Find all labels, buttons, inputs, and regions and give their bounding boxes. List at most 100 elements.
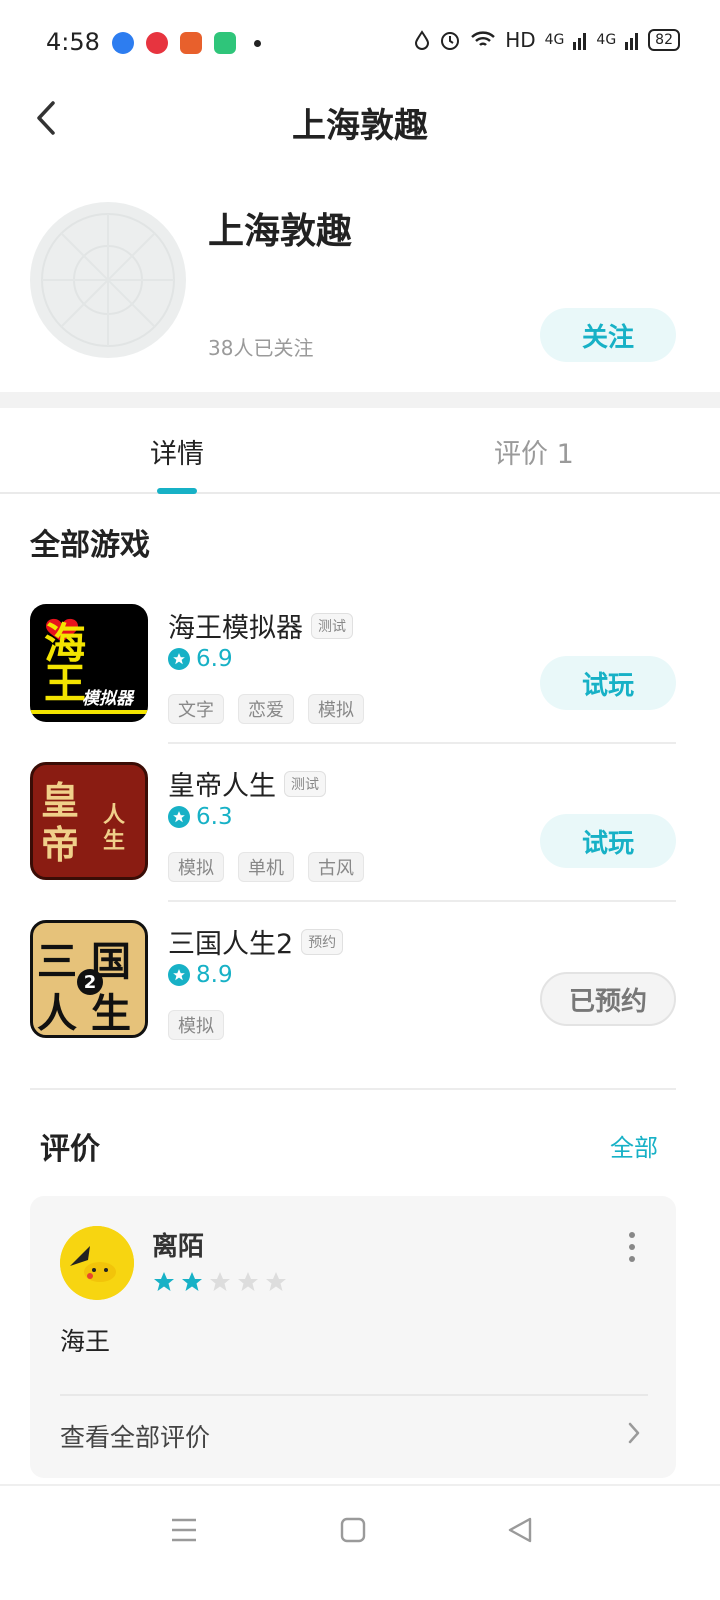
- reserved-button[interactable]: 已预约: [540, 972, 676, 1026]
- rating-value: 6.3: [196, 804, 233, 830]
- developer-avatar: [30, 202, 186, 358]
- game-icon-text-sub: 人生: [103, 803, 126, 854]
- tab-reviews[interactable]: 评价 1: [494, 432, 574, 471]
- star-empty-icon: [210, 1272, 230, 1291]
- developer-profile: 上海敦趣 38人已关注 关注: [0, 190, 720, 390]
- battery-indicator: 82: [648, 29, 680, 51]
- pikachu-avatar-icon: [60, 1226, 134, 1300]
- game-title-row: 皇帝人生 测试: [168, 764, 326, 803]
- notification-app-icon-3: [180, 32, 202, 54]
- triangle-back-icon: [508, 1517, 532, 1543]
- game-icon-haiwang: 海王 模拟器: [30, 604, 148, 722]
- game-status-badge: 测试: [284, 770, 326, 797]
- more-dot-icon: [629, 1256, 635, 1262]
- rating-value: 6.9: [196, 646, 233, 672]
- signal-4g-label-2: 4G: [596, 32, 617, 48]
- notification-dot-icon: [254, 40, 261, 47]
- rating-value: 8.9: [196, 962, 233, 988]
- review-text: 海王: [60, 1327, 111, 1356]
- tab-bar: 详情 评价 1: [0, 408, 720, 494]
- view-all-reviews-link[interactable]: 查看全部评价: [60, 1418, 210, 1454]
- game-tag: 文字: [168, 694, 224, 724]
- home-button[interactable]: [333, 1510, 373, 1550]
- reviewer-avatar[interactable]: [60, 1226, 134, 1300]
- game-tag: 模拟: [168, 852, 224, 882]
- game-name: 皇帝人生: [168, 771, 276, 802]
- play-button[interactable]: 试玩: [540, 656, 676, 710]
- status-time: 4:58: [46, 28, 100, 56]
- system-back-button[interactable]: [500, 1510, 540, 1550]
- play-button[interactable]: 试玩: [540, 814, 676, 868]
- game-icon-huangdi: 皇帝 人生: [30, 762, 148, 880]
- review-separator: [60, 1394, 648, 1396]
- developer-name: 上海敦趣: [208, 211, 353, 252]
- game-item[interactable]: 三国 人生 2 三国人生2 预约 8.9 模拟 已预约: [30, 920, 676, 1078]
- game-tag: 模拟: [168, 1010, 224, 1040]
- followers-count: 38人已关注: [208, 336, 314, 360]
- star-filled-icon: [182, 1272, 202, 1291]
- status-indicators: HD 4G 4G 82: [414, 28, 680, 52]
- tab-details[interactable]: 详情: [150, 432, 204, 471]
- status-bar: 4:58 HD 4G 4G 82: [0, 0, 720, 88]
- game-tags: 文字 恋爱 模拟: [168, 694, 364, 724]
- more-dot-icon: [629, 1232, 635, 1238]
- wifi-icon: [471, 31, 496, 46]
- game-tags: 模拟 单机 古风: [168, 852, 364, 882]
- system-nav-bar: [0, 1484, 720, 1600]
- notification-app-icon-1: [112, 32, 134, 54]
- all-games-heading: 全部游戏: [30, 528, 150, 563]
- section-divider-band: [0, 392, 720, 408]
- rating-star-icon: [168, 806, 190, 828]
- reviews-heading: 评价: [40, 1132, 100, 1167]
- game-tag: 模拟: [308, 694, 364, 724]
- game-status-badge: 测试: [311, 612, 353, 639]
- page-title: 上海敦趣: [292, 106, 428, 146]
- star-empty-icon: [266, 1272, 286, 1291]
- game-name: 三国人生2: [168, 929, 294, 960]
- game-title-row: 海王模拟器 测试: [168, 606, 353, 645]
- review-card[interactable]: 离陌 海王 查看全部评价: [30, 1196, 676, 1478]
- notification-app-icon-4: [214, 32, 236, 54]
- square-icon: [340, 1517, 366, 1543]
- follow-button[interactable]: 关注: [540, 308, 676, 362]
- recent-apps-button[interactable]: [164, 1510, 204, 1550]
- network-hd-label: HD: [505, 28, 536, 52]
- star-filled-icon: [154, 1272, 174, 1291]
- avatar-placeholder-icon: [41, 213, 175, 347]
- list-divider: [168, 742, 676, 744]
- game-item[interactable]: 皇帝 人生 皇帝人生 测试 6.3 模拟 单机 古风 试玩: [30, 762, 676, 920]
- game-tag: 古风: [308, 852, 364, 882]
- game-name: 海王模拟器: [168, 613, 303, 644]
- more-options-button[interactable]: [624, 1232, 640, 1262]
- game-icon-text-sub: 模拟器: [82, 689, 133, 709]
- list-divider: [168, 900, 676, 902]
- tab-active-indicator: [157, 488, 197, 494]
- game-rating: 8.9: [168, 962, 233, 988]
- game-tags: 模拟: [168, 1010, 224, 1040]
- water-drop-icon: [415, 30, 430, 50]
- game-tag: 恋爱: [238, 694, 294, 724]
- star-empty-icon: [238, 1272, 258, 1291]
- signal-bars-icon: [573, 33, 587, 50]
- reviews-all-link[interactable]: 全部: [610, 1128, 658, 1163]
- rating-star-icon: [168, 964, 190, 986]
- reviewer-name: 离陌: [152, 1232, 205, 1262]
- notification-app-icon-2: [146, 32, 168, 54]
- svg-text:2: 2: [84, 972, 97, 993]
- more-dot-icon: [629, 1244, 635, 1250]
- menu-icon: [172, 1518, 196, 1542]
- game-item[interactable]: 海王 模拟器 海王模拟器 测试 6.9 文字 恋爱 模拟 试玩: [30, 604, 676, 762]
- header: 上海敦趣: [0, 88, 720, 150]
- signal-bars-icon-2: [625, 33, 639, 50]
- rating-star-icon: [168, 648, 190, 670]
- review-star-rating: [152, 1270, 288, 1294]
- game-title-row: 三国人生2 预约: [168, 922, 344, 961]
- chevron-right-icon[interactable]: [626, 1420, 642, 1446]
- game-status-badge: 预约: [301, 928, 344, 955]
- number-two-badge-icon: 2: [77, 969, 103, 995]
- game-icon-text-main: 皇帝: [41, 779, 80, 867]
- alarm-icon: [441, 32, 460, 50]
- signal-4g-label-1: 4G: [544, 32, 565, 48]
- game-rating: 6.9: [168, 646, 233, 672]
- game-rating: 6.3: [168, 804, 233, 830]
